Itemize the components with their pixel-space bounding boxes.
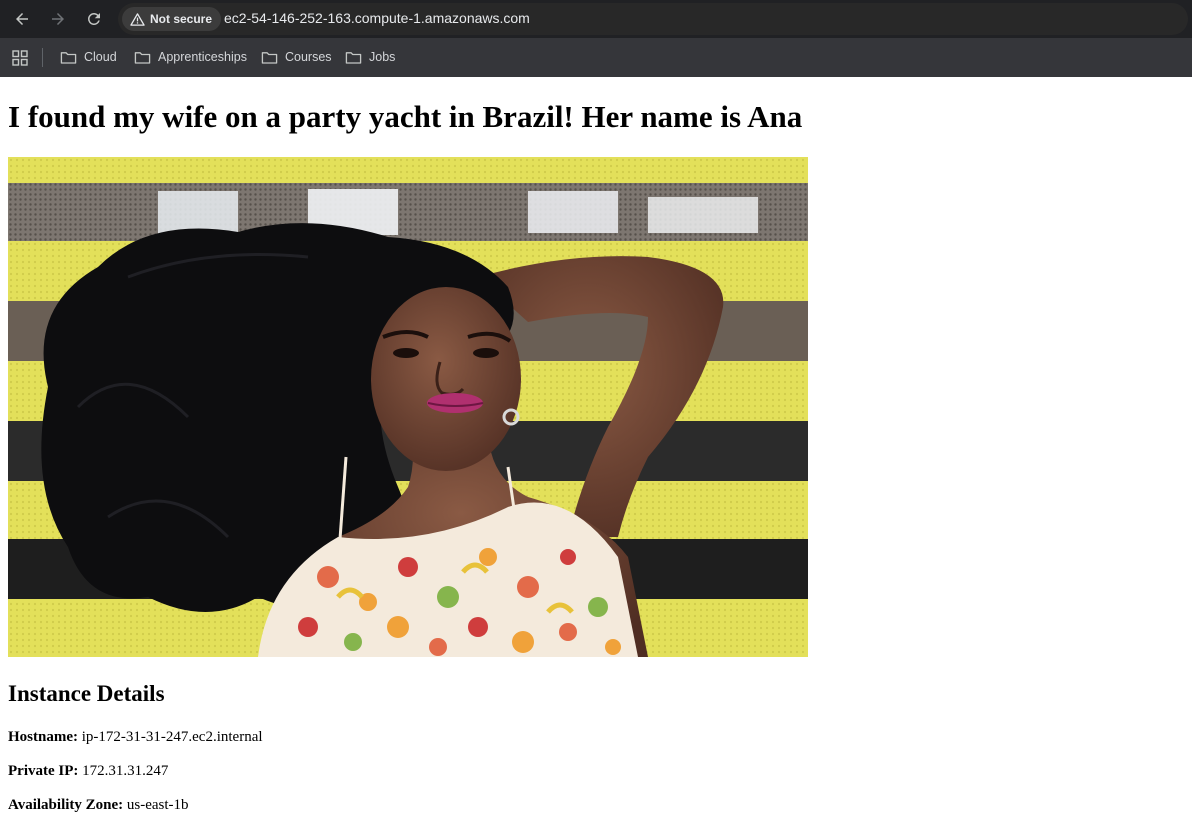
folder-icon: [261, 51, 278, 64]
bookmark-jobs[interactable]: Jobs: [341, 46, 399, 68]
reload-button[interactable]: [81, 6, 107, 32]
portrait-illustration: [8, 157, 808, 657]
arrow-right-icon: [52, 13, 64, 25]
page-title: I found my wife on a party yacht in Braz…: [8, 99, 803, 134]
url-text[interactable]: ec2-54-146-252-163.compute-1.amazonaws.c…: [224, 10, 530, 26]
warning-icon: [130, 12, 145, 26]
detail-label: Hostname:: [8, 729, 78, 745]
bookmarks-bar: Cloud Apprenticeships Courses Jobs: [0, 38, 1192, 77]
bookmark-label: Courses: [285, 50, 332, 64]
arrow-left-icon: [16, 13, 28, 25]
folder-icon: [60, 51, 77, 64]
back-button[interactable]: [9, 6, 35, 32]
detail-value: 172.31.31.247: [82, 763, 169, 779]
bookmark-label: Apprenticeships: [158, 50, 247, 64]
bookmark-courses[interactable]: Courses: [257, 46, 336, 68]
browser-chrome: Not secure ec2-54-146-252-163.compute-1.…: [0, 0, 1192, 77]
detail-label: Private IP:: [8, 763, 79, 779]
forward-button[interactable]: [45, 6, 71, 32]
bookmark-cloud[interactable]: Cloud: [56, 46, 121, 68]
browser-toolbar: Not secure ec2-54-146-252-163.compute-1.…: [0, 0, 1192, 38]
portrait-image: [8, 157, 808, 657]
reload-icon: [87, 12, 100, 25]
detail-private-ip: Private IP: 172.31.31.247: [8, 762, 168, 780]
folder-icon: [345, 51, 362, 64]
security-label: Not secure: [150, 12, 213, 26]
apps-button[interactable]: [9, 47, 31, 69]
security-chip[interactable]: Not secure: [122, 7, 222, 31]
detail-hostname: Hostname: ip-172-31-31-247.ec2.internal: [8, 728, 263, 746]
bookmarks-separator: [42, 48, 43, 67]
folder-icon: [134, 51, 151, 64]
bookmark-apprenticeships[interactable]: Apprenticeships: [130, 46, 251, 68]
section-title-instance-details: Instance Details: [8, 681, 165, 706]
apps-grid-icon: [12, 50, 28, 66]
detail-label: Availability Zone:: [8, 797, 124, 813]
detail-value: us-east-1b: [126, 797, 189, 813]
bookmark-label: Cloud: [84, 50, 117, 64]
detail-availability-zone: Availability Zone: us-east-1b: [8, 796, 189, 814]
bookmark-label: Jobs: [369, 50, 396, 64]
address-bar[interactable]: Not secure ec2-54-146-252-163.compute-1.…: [118, 3, 1188, 35]
detail-value: ip-172-31-31-247.ec2.internal: [81, 729, 263, 745]
